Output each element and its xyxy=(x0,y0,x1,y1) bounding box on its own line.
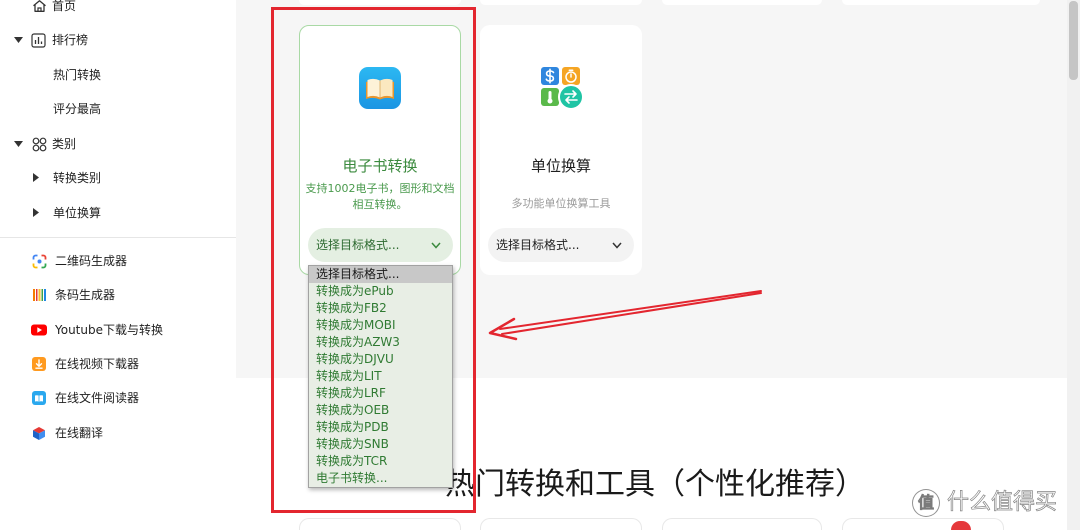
sidebar-item-online-translate[interactable]: 在线翻译 xyxy=(0,416,236,450)
caret-down-icon[interactable] xyxy=(14,141,23,147)
barcode-icon xyxy=(33,289,46,301)
translate-icon xyxy=(33,427,45,440)
file-reader-icon xyxy=(32,391,46,405)
sidebar-item-label: 转换类别 xyxy=(53,171,102,185)
sidebar-divider xyxy=(0,237,236,238)
sidebar-item-label: 评分最高 xyxy=(53,102,102,116)
card-title: 单位换算 xyxy=(530,157,591,175)
bar-chart-icon xyxy=(31,33,46,48)
notification-badge[interactable] xyxy=(951,521,971,530)
video-download-icon xyxy=(32,357,46,371)
watermark-text: 什么值得买 xyxy=(947,490,1058,516)
card-description: 多功能单位换算工具 xyxy=(511,197,611,210)
chevron-down-icon xyxy=(612,242,622,249)
sidebar-item-video-downloader[interactable]: 在线视频下载器 xyxy=(0,347,236,381)
tool-card-partial[interactable] xyxy=(662,0,822,5)
sidebar-item-label: 排行榜 xyxy=(52,33,89,47)
sidebar-item-file-reader[interactable]: 在线文件阅读器 xyxy=(0,381,236,415)
select-value: 选择目标格式... xyxy=(496,238,580,252)
tool-card-partial[interactable] xyxy=(842,0,1040,5)
sidebar-item-label: Youtube下载与转换 xyxy=(55,323,163,337)
sidebar-item-label: 条码生成器 xyxy=(55,288,116,302)
home-icon xyxy=(33,0,46,12)
tool-card-unit-conversion[interactable]: 单位换算 多功能单位换算工具 选择目标格式... xyxy=(480,25,642,275)
caret-right-icon[interactable] xyxy=(33,173,39,182)
sidebar-item-hot-conversions[interactable]: 热门转换 xyxy=(0,58,236,92)
tool-card-partial[interactable] xyxy=(480,518,642,530)
sidebar: 首页 排行榜 热门转换 评分最高 类别 转换类别 单位换算 二维码生成器 条码生… xyxy=(0,0,236,530)
sidebar-item-barcode-generator[interactable]: 条码生成器 xyxy=(0,278,236,312)
scrollbar-thumb[interactable] xyxy=(1069,1,1078,80)
sidebar-item-label: 在线翻译 xyxy=(55,426,104,440)
annotation-rectangle xyxy=(271,7,476,513)
caret-right-icon[interactable] xyxy=(33,208,39,217)
grid-icon xyxy=(32,137,47,152)
sidebar-item-label: 首页 xyxy=(52,0,77,13)
sidebar-item-label: 在线文件阅读器 xyxy=(55,391,140,405)
target-format-select[interactable]: 选择目标格式... xyxy=(488,228,634,262)
caret-down-icon[interactable] xyxy=(14,37,23,43)
sidebar-item-home[interactable]: 首页 xyxy=(0,0,236,12)
watermark-logo: 值 xyxy=(912,489,940,517)
section-heading: 热门转换和工具（个性化推荐） xyxy=(445,467,865,502)
sidebar-item-top-rated[interactable]: 评分最高 xyxy=(0,92,236,126)
tool-card-partial[interactable] xyxy=(662,518,822,530)
sidebar-item-conversion-categories[interactable]: 转换类别 xyxy=(0,161,236,195)
unit-conversion-icon xyxy=(541,67,584,110)
sidebar-item-label: 类别 xyxy=(52,137,77,151)
tool-card-partial[interactable] xyxy=(299,0,461,5)
qr-code-icon xyxy=(32,254,47,269)
sidebar-item-label: 在线视频下载器 xyxy=(55,357,140,371)
tool-card-partial[interactable] xyxy=(842,518,1004,530)
youtube-icon xyxy=(31,324,47,336)
sidebar-item-qr-generator[interactable]: 二维码生成器 xyxy=(0,244,236,278)
sidebar-item-youtube-downloader[interactable]: Youtube下载与转换 xyxy=(0,313,236,347)
sidebar-item-label: 二维码生成器 xyxy=(55,254,128,268)
tool-card-partial[interactable] xyxy=(299,518,461,530)
sidebar-item-label: 单位换算 xyxy=(53,206,102,220)
sidebar-item-label: 热门转换 xyxy=(53,68,102,82)
sidebar-item-unit-conversion[interactable]: 单位换算 xyxy=(0,196,236,230)
tool-card-partial[interactable] xyxy=(480,0,642,5)
sidebar-item-ranking[interactable]: 排行榜 xyxy=(0,23,236,57)
sidebar-item-categories[interactable]: 类别 xyxy=(0,127,236,161)
